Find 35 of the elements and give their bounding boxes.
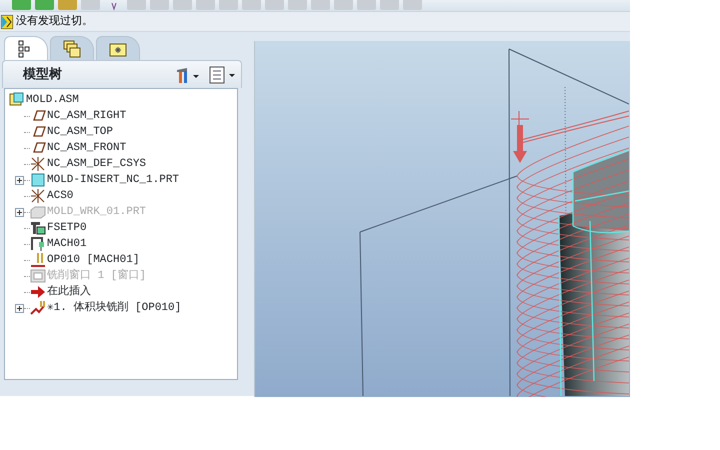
window-icon — [30, 268, 46, 284]
panel-tab[interactable] — [50, 36, 94, 60]
tree-item[interactable]: 在此插入 — [46, 285, 92, 299]
tree-item[interactable]: MOLD.ASM — [25, 93, 80, 107]
expand-toggle[interactable] — [15, 176, 24, 184]
panel-tab[interactable] — [4, 36, 48, 60]
block-icon — [30, 204, 46, 220]
toolpath-icon — [30, 300, 46, 316]
tree-item[interactable]: FSETP0 — [46, 221, 88, 235]
tools-menu-icon[interactable] — [175, 66, 201, 84]
cube-icon — [30, 172, 46, 188]
axes-icon — [30, 188, 46, 204]
panel-title: 模型树 — [22, 66, 62, 84]
tree-item[interactable]: NC_ASM_DEF_CSYS — [46, 157, 148, 171]
tree-item[interactable]: MACH01 — [46, 237, 88, 251]
assembly-icon — [9, 92, 25, 108]
list-menu-icon[interactable] — [209, 66, 237, 84]
arrow-icon — [30, 284, 46, 300]
tree-item[interactable]: NC_ASM_FRONT — [46, 141, 128, 155]
folder-icon — [63, 40, 81, 58]
tree-item[interactable]: ACS0 — [46, 189, 74, 203]
tree-item[interactable]: MOLD-INSERT_NC_1.PRT — [46, 173, 180, 187]
tree-item[interactable]: NC_ASM_TOP — [46, 125, 114, 139]
fixture-icon — [30, 220, 46, 236]
expand-toggle[interactable] — [15, 304, 24, 312]
panel-tab[interactable] — [96, 36, 140, 60]
tree-item[interactable]: NC_ASM_RIGHT — [46, 109, 128, 123]
tree-item[interactable]: OP010 [MACH01] — [46, 253, 140, 267]
message-text: 没有发现过切。 — [16, 13, 93, 30]
axes-icon — [30, 156, 46, 172]
tool-icon — [30, 252, 46, 268]
pointer-icon — [112, 2, 116, 11]
tree-item[interactable]: ✳1. 体积块铣削 [OP010] — [46, 301, 182, 315]
machine-icon — [30, 236, 46, 252]
status-icon — [1, 14, 13, 28]
